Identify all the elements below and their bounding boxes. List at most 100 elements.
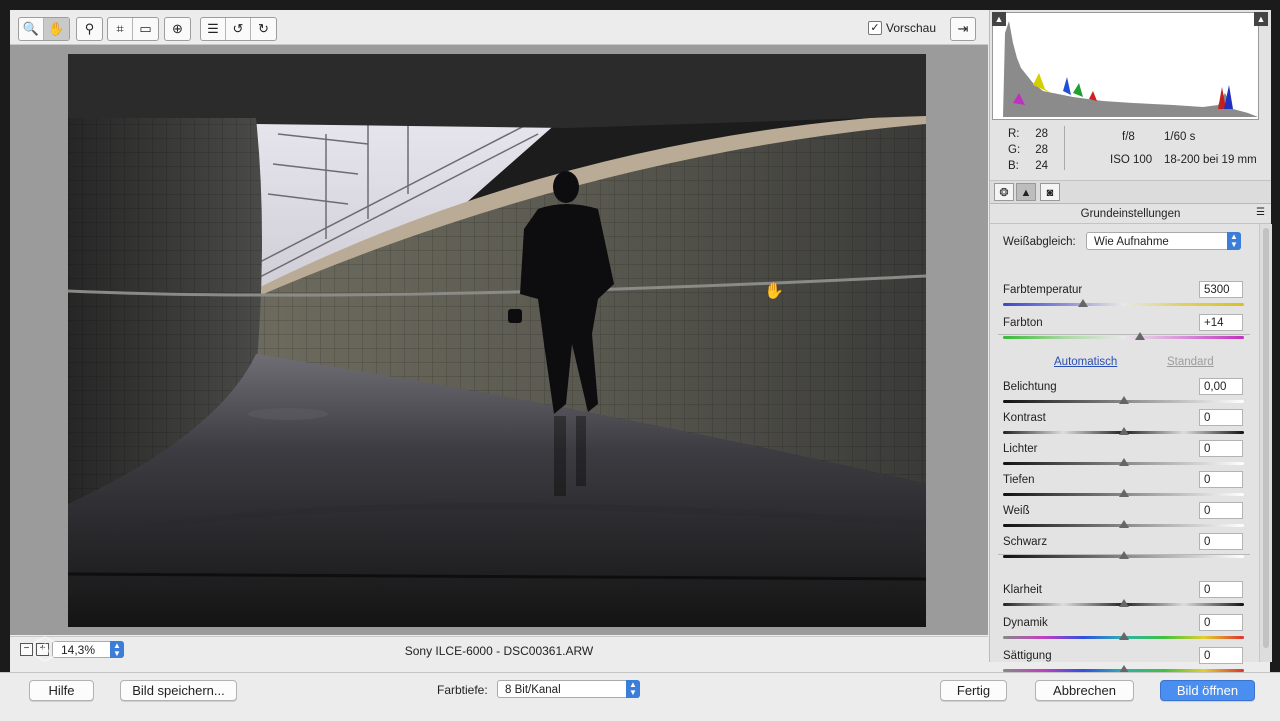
iso: ISO 100 [1110, 154, 1153, 166]
lichter-slider-handle[interactable] [1118, 458, 1129, 466]
toolbar: 🔍 ✋ ⚲ ⌗ ▭ ⊕ ☰ ↺ ↻ ✓ Vorschau ⇥ [10, 10, 988, 45]
kontrast-label: Kontrast [1003, 412, 1046, 424]
saettigung-value-field[interactable]: 0 [1199, 647, 1243, 664]
rotate-right-icon: ↻ [258, 21, 269, 36]
watermark-logo-icon [33, 636, 57, 662]
rotate-left-button[interactable]: ↺ [226, 18, 251, 40]
farbtemperatur-slider-track[interactable] [1003, 303, 1244, 306]
weiss-label: Weiß [1003, 505, 1030, 517]
highlight-clipping-button[interactable]: ▲ [1254, 12, 1268, 26]
straighten-tool-button[interactable]: ▭ [133, 18, 158, 40]
farbton-slider-track[interactable] [1003, 336, 1244, 339]
farbton-value-field[interactable]: +14 [1199, 314, 1243, 331]
photo-preview[interactable]: ✋ [68, 54, 926, 627]
weiss-slider-handle[interactable] [1118, 520, 1129, 528]
color-depth-select[interactable]: 8 Bit/Kanal ▲ ▼ [497, 680, 640, 698]
white-balance-label: Weißabgleich: [1003, 236, 1076, 248]
zoom-tool-button[interactable]: 🔍 [19, 18, 44, 40]
farbton-slider-handle[interactable] [1135, 332, 1146, 340]
preferences-button[interactable]: ☰ [201, 18, 226, 40]
hand-cursor-icon: ✋ [764, 281, 784, 300]
histogram-graph [993, 13, 1258, 119]
panel-tabs: ❂ ▲ ◙ [990, 181, 1271, 204]
weiss-value-field[interactable]: 0 [1199, 502, 1243, 519]
r-value: 28 [1035, 128, 1048, 140]
klarheit-slider-handle[interactable] [1118, 599, 1129, 607]
rotate-right-button[interactable]: ↻ [251, 18, 276, 40]
tab-basic[interactable]: ❂ [994, 183, 1014, 201]
tool-group-misc: ☰ ↺ ↻ [200, 17, 277, 41]
b-label: B: [1008, 160, 1019, 172]
g-label: G: [1008, 144, 1021, 156]
schwarz-label: Schwarz [1003, 536, 1048, 548]
done-button[interactable]: Fertig [940, 680, 1007, 701]
tab-tone-curve[interactable]: ▲ [1016, 183, 1036, 201]
section-title: Grundeinstellungen [990, 205, 1271, 224]
exif-info: f/8 1/60 s ISO 100 18-200 bei 19 mm [1092, 126, 1257, 172]
auto-link[interactable]: Automatisch [1054, 356, 1117, 368]
save-image-button[interactable]: Bild speichern... [120, 680, 237, 701]
farbton-label: Farbton [1003, 317, 1043, 329]
kontrast-value-field[interactable]: 0 [1199, 409, 1243, 426]
stepper-arrows-icon: ▲ ▼ [626, 680, 640, 698]
white-balance-select[interactable]: Wie Aufnahme ▲ ▼ [1086, 232, 1241, 250]
hand-icon: ✋ [48, 21, 65, 36]
basic-controls: Weißabgleich: Wie Aufnahme ▲ ▼ Automatisc… [990, 224, 1259, 673]
open-image-button[interactable]: Bild öffnen [1160, 680, 1255, 701]
standard-link[interactable]: Standard [1167, 356, 1214, 368]
g-value: 28 [1035, 144, 1048, 156]
hand-tool-button[interactable]: ✋ [44, 18, 69, 40]
tiefen-label: Tiefen [1003, 474, 1035, 486]
crop-icon: ⌗ [116, 21, 124, 36]
tool-group-navigation: 🔍 ✋ [18, 17, 70, 41]
dynamik-label: Dynamik [1003, 617, 1048, 629]
scrollbar-thumb[interactable] [1263, 228, 1269, 648]
help-button[interactable]: Hilfe [29, 680, 94, 701]
dialog-footer: Hilfe Bild speichern... Farbtiefe: 8 Bit… [0, 672, 1280, 721]
tiefen-value-field[interactable]: 0 [1199, 471, 1243, 488]
preview-toggle[interactable]: ✓ Vorschau [868, 21, 936, 35]
shutter: 1/60 s [1164, 131, 1196, 143]
kontrast-slider-handle[interactable] [1118, 427, 1129, 435]
lichter-value-field[interactable]: 0 [1199, 440, 1243, 457]
tab-camera[interactable]: ◙ [1040, 183, 1060, 201]
file-name-label: Sony ILCE-6000 - DSC00361.ARW [404, 644, 594, 658]
preview-checkbox[interactable]: ✓ [868, 21, 882, 35]
panel-menu-icon[interactable]: ☰ [1256, 207, 1265, 218]
straighten-icon: ▭ [139, 21, 152, 36]
belichtung-slider-handle[interactable] [1118, 396, 1129, 404]
dynamik-slider-handle[interactable] [1118, 632, 1129, 640]
shadow-clipping-button[interactable]: ▲ [992, 12, 1006, 26]
status-bar: − + 14,3% ▲ ▼ Sony ILCE-6000 - DSC00361.A… [10, 636, 988, 663]
eyedropper-icon: ⚲ [84, 21, 95, 36]
redeye-tool-button[interactable]: ⊕ [165, 18, 190, 40]
stepper-arrows-icon: ▲ ▼ [1227, 232, 1241, 250]
saettigung-label: Sättigung [1003, 650, 1052, 662]
farbtemperatur-label: Farbtemperatur [1003, 284, 1083, 296]
fullscreen-button[interactable]: ⇥ [950, 17, 976, 41]
mountain-icon: ▲ [1020, 187, 1032, 199]
tool-group-sampling: ⚲ [76, 17, 103, 41]
tiefen-slider-handle[interactable] [1118, 489, 1129, 497]
triangle-up-icon: ▲ [994, 14, 1004, 24]
image-canvas[interactable]: ✋ [10, 45, 988, 635]
b-value: 24 [1035, 160, 1048, 172]
schwarz-slider-handle[interactable] [1118, 551, 1129, 559]
adjustments-panel: ▲ ▲ R: 28 G: 28 B: 24 f/8 1/60 s ISO 100 18-2… [989, 10, 1272, 673]
farbtemperatur-value-field[interactable]: 5300 [1199, 281, 1243, 298]
white-balance-value: Wie Aufnahme [1094, 236, 1169, 248]
lens-info: 18-200 bei 19 mm [1164, 154, 1257, 166]
r-label: R: [1008, 128, 1020, 140]
tool-group-crop: ⌗ ▭ [107, 17, 159, 41]
klarheit-value-field[interactable]: 0 [1199, 581, 1243, 598]
aperture: f/8 [1122, 131, 1135, 143]
triangle-up-icon: ▲ [1256, 14, 1266, 24]
eyedropper-tool-button[interactable]: ⚲ [77, 18, 102, 40]
farbtemperatur-slider-handle[interactable] [1077, 299, 1088, 307]
dynamik-value-field[interactable]: 0 [1199, 614, 1243, 631]
panel-scrollbar[interactable] [1259, 224, 1272, 662]
cancel-button[interactable]: Abbrechen [1035, 680, 1134, 701]
crop-tool-button[interactable]: ⌗ [108, 18, 133, 40]
schwarz-value-field[interactable]: 0 [1199, 533, 1243, 550]
belichtung-value-field[interactable]: 0,00 [1199, 378, 1243, 395]
